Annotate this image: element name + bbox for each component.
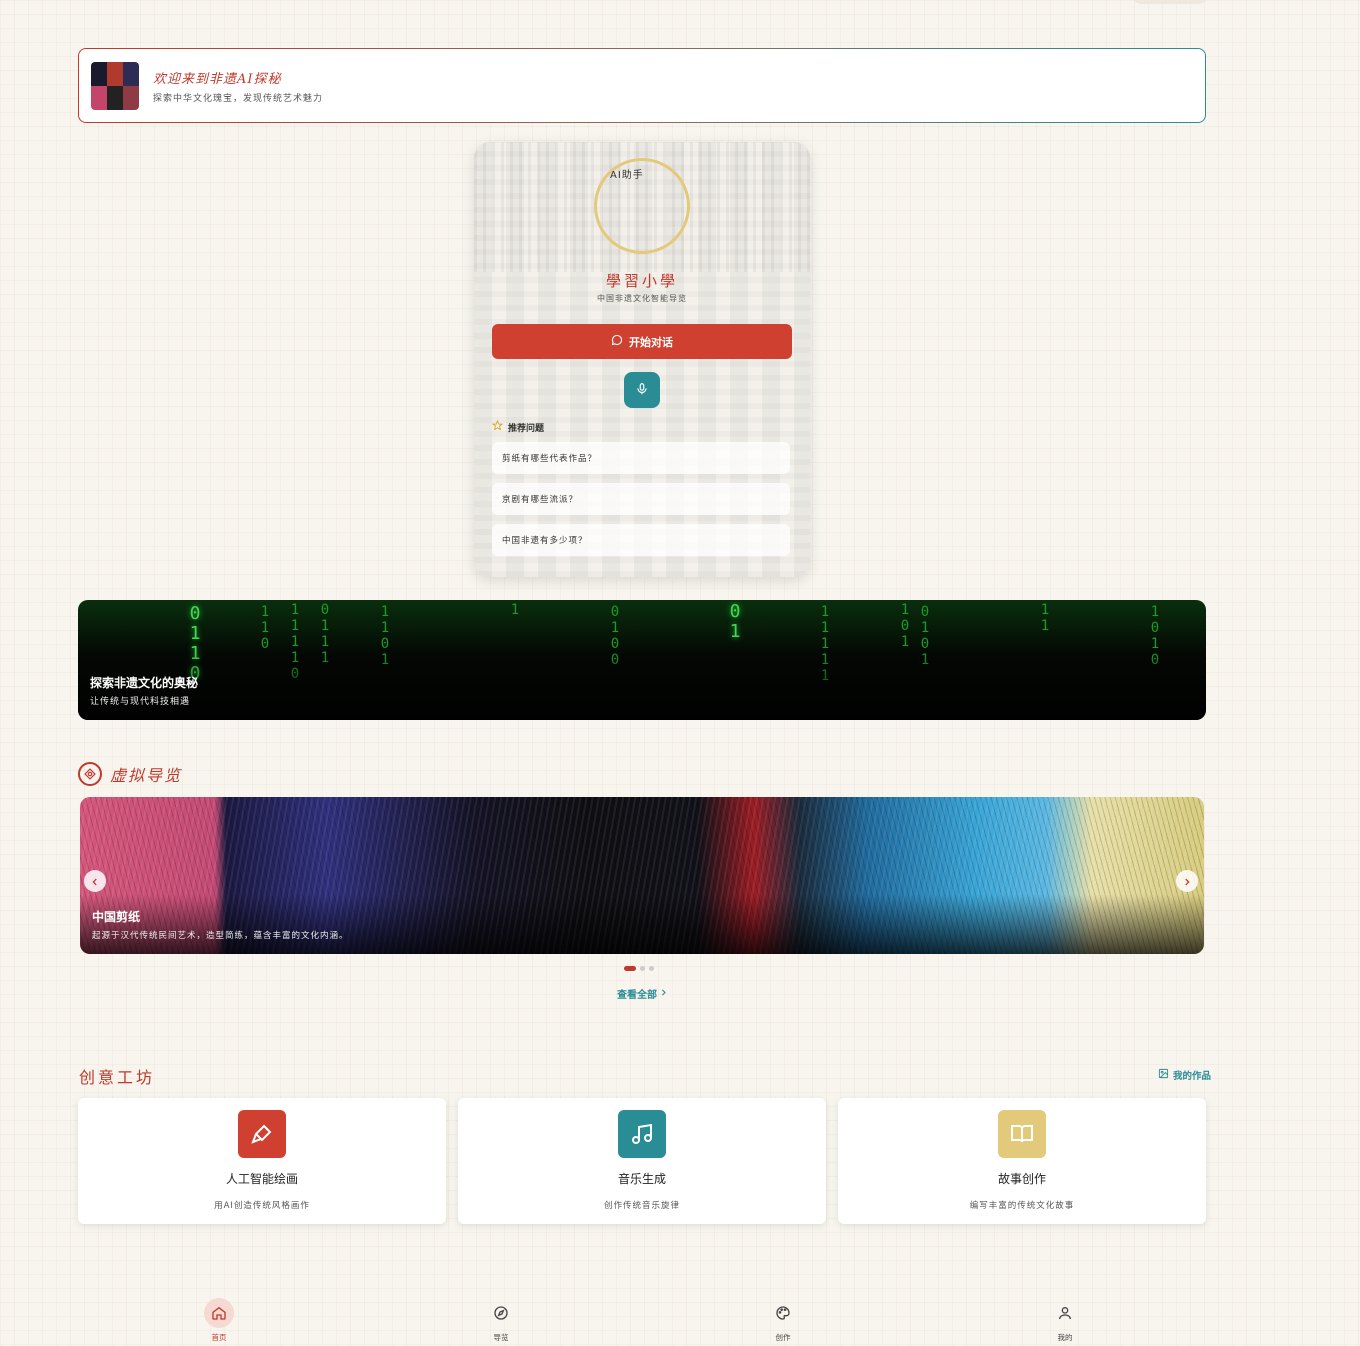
workshop-card-music[interactable]: 音乐生成 创作传统音乐旋律 [458, 1098, 826, 1224]
card-description: 创作传统音乐旋律 [603, 1201, 680, 1211]
image-icon [1158, 1068, 1169, 1082]
welcome-thumbnail [91, 61, 139, 110]
question-item[interactable]: 中国非遗有多少项？ [492, 524, 790, 556]
carousel-prev-button[interactable] [84, 870, 106, 892]
matrix-digit-column: 101 [900, 602, 910, 650]
ai-avatar-label: AI助手 [610, 170, 644, 181]
chevron-right-icon [659, 988, 668, 1000]
palette-icon [768, 1298, 798, 1328]
carousel-dot[interactable] [624, 966, 636, 971]
emblem-icon [78, 762, 102, 786]
banner-subtitle: 让传统与现代科技相遇 [90, 697, 191, 707]
creative-workshop-title: 创意工坊 [79, 1068, 156, 1087]
nav-label: 创作 [775, 1333, 791, 1342]
voice-input-button[interactable] [624, 372, 660, 408]
chevron-left-icon [90, 872, 100, 891]
chat-bubble-icon [611, 334, 623, 349]
matrix-glow [78, 600, 1206, 655]
slide-title: 中国剪纸 [92, 910, 141, 924]
music-note-icon [618, 1110, 666, 1158]
view-all-label: 查看全部 [617, 990, 657, 1001]
nav-profile[interactable]: 我的 [1035, 1298, 1095, 1343]
virtual-guide-title: 虚拟导览 [110, 766, 183, 785]
card-title: 人工智能绘画 [225, 1172, 298, 1186]
brush-icon [238, 1110, 286, 1158]
carousel-dot[interactable] [649, 966, 654, 971]
guide-carousel[interactable]: 中国剪纸 起源于汉代传统民间艺术，造型简练，蕴含丰富的文化内涵。 [80, 797, 1204, 954]
carousel-next-button[interactable] [1176, 870, 1198, 892]
nav-label: 导览 [493, 1333, 509, 1342]
slide-description: 起源于汉代传统民间艺术，造型简练，蕴含丰富的文化内涵。 [92, 931, 349, 941]
feature-banner[interactable]: 0110111101101011111010100011111110101011… [78, 600, 1206, 720]
card-title: 音乐生成 [617, 1172, 666, 1186]
carousel-dot[interactable] [640, 966, 645, 971]
my-works-link[interactable]: 我的作品 [1158, 1068, 1211, 1082]
view-all-link[interactable]: 查看全部 [617, 986, 668, 1001]
banner-title: 探索非遗文化的奥秘 [90, 676, 199, 690]
welcome-subtitle: 探索中华文化瑰宝，发现传统艺术魅力 [153, 93, 324, 104]
welcome-banner: 欢迎来到非遗AI探秘 探索中华文化瑰宝，发现传统艺术魅力 [78, 48, 1206, 123]
carousel-fade [80, 894, 1204, 954]
start-chat-label: 开始对话 [629, 335, 673, 349]
workshop-card-story[interactable]: 故事创作 编写丰富的传统文化故事 [838, 1098, 1206, 1224]
virtual-guide-header: 虚拟导览 [78, 762, 182, 786]
nav-create[interactable]: 创作 [753, 1298, 813, 1343]
nav-home[interactable]: 首页 [189, 1298, 249, 1343]
compass-icon [486, 1298, 516, 1328]
matrix-digit-column: 11 [1040, 602, 1050, 634]
microphone-icon [635, 381, 649, 400]
card-description: 编写丰富的传统文化故事 [969, 1201, 1075, 1211]
book-icon [998, 1110, 1046, 1158]
my-works-label: 我的作品 [1173, 1071, 1212, 1082]
question-item[interactable]: 京剧有哪些流派？ [492, 483, 790, 515]
home-icon [204, 1298, 234, 1328]
nav-guide[interactable]: 导览 [471, 1298, 531, 1343]
card-description: 用AI创造传统风格画作 [214, 1201, 310, 1211]
carousel-indicators [624, 966, 654, 971]
ai-name: 學習小學 [605, 272, 678, 290]
matrix-digit-column: 1 [510, 602, 520, 618]
question-item[interactable]: 剪纸有哪些代表作品？ [492, 442, 790, 474]
ai-assistant-card: AI助手 學習小學 中国非遗文化智能导览 开始对话 推荐问题 剪纸有哪些代表作品… [474, 142, 810, 577]
nav-label: 我的 [1057, 1333, 1073, 1342]
matrix-digit-column: 01 [729, 601, 741, 642]
ai-subtitle: 中国非遗文化智能导览 [597, 294, 687, 303]
start-chat-button[interactable]: 开始对话 [492, 324, 792, 359]
workshop-card-ai-painting[interactable]: 人工智能绘画 用AI创造传统风格画作 [78, 1098, 446, 1224]
chevron-right-icon [1182, 872, 1192, 891]
recommended-title: 推荐问题 [508, 423, 545, 434]
banner-fade [78, 650, 1206, 720]
recommended-questions-header: 推荐问题 [491, 419, 545, 434]
star-icon [491, 419, 504, 434]
top-stub [1130, 0, 1210, 4]
nav-label: 首页 [211, 1333, 227, 1342]
card-title: 故事创作 [997, 1172, 1046, 1186]
welcome-title: 欢迎来到非遗AI探秘 [153, 71, 282, 87]
user-icon [1050, 1298, 1080, 1328]
matrix-digit-column: 110 [260, 604, 270, 652]
